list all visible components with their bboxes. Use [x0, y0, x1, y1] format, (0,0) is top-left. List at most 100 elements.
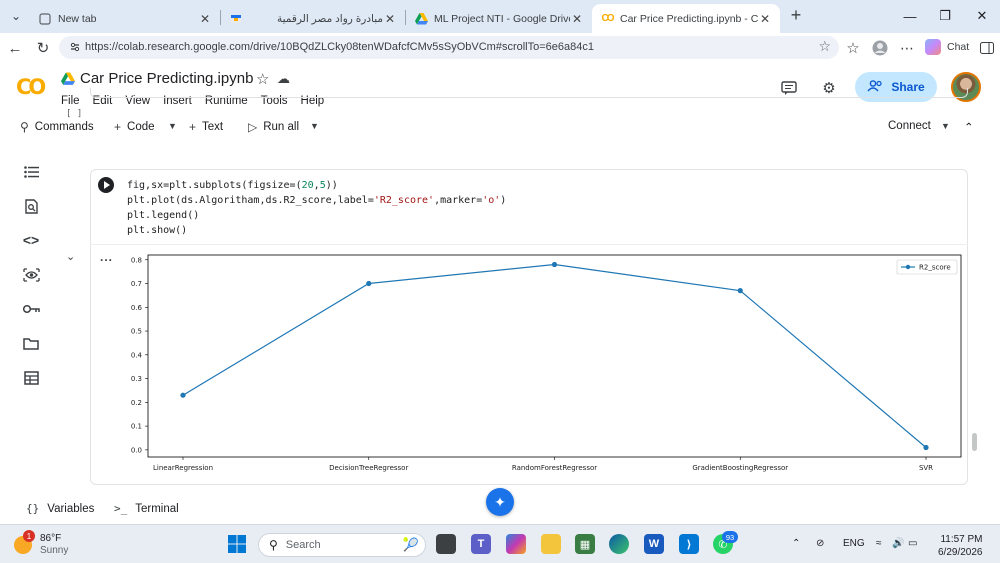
- minimize-icon[interactable]: —: [898, 4, 922, 28]
- bookmarks-list-icon[interactable]: ☆: [842, 37, 864, 59]
- code-editor[interactable]: fig,sx=plt.subplots(figsize=(20,5)) plt.p…: [127, 178, 506, 238]
- vscode-icon[interactable]: ⟩: [679, 534, 699, 554]
- volume-icon[interactable]: 🔊: [892, 538, 904, 549]
- data-table-icon[interactable]: [20, 367, 42, 389]
- language-indicator[interactable]: ENG: [843, 538, 865, 549]
- window-close-icon[interactable]: ✕: [970, 4, 994, 28]
- new-tab-button[interactable]: +: [786, 5, 806, 25]
- search-highlight-icon: 🎾: [402, 537, 419, 552]
- tab-strip: ⌄ New tab ✕ مبادرة رواد مصر الرقمية ✕ ML…: [0, 0, 1000, 33]
- profile-icon[interactable]: [869, 37, 891, 59]
- word-icon[interactable]: W: [644, 534, 664, 554]
- x-tick-label: LinearRegression: [153, 464, 213, 472]
- back-arrow-icon[interactable]: ←: [4, 37, 26, 59]
- data-point: [180, 392, 186, 398]
- browser-menu-icon[interactable]: ⋯: [896, 37, 918, 59]
- output-menu-icon[interactable]: ...: [100, 250, 113, 264]
- omnibox[interactable]: https://colab.research.google.com/drive/…: [59, 36, 839, 59]
- menu-file[interactable]: File: [61, 95, 80, 107]
- y-tick-label: 0.1: [131, 423, 142, 431]
- edge-icon[interactable]: [609, 534, 629, 554]
- table-of-contents-icon[interactable]: [20, 161, 42, 183]
- copilot-app-icon[interactable]: [506, 534, 526, 554]
- data-point: [737, 288, 743, 294]
- restore-icon[interactable]: ❐: [933, 4, 957, 28]
- calculator-icon[interactable]: ▦: [575, 534, 595, 554]
- tab-colab-active[interactable]: CO Car Price Predicting.ipynb - Colab ✕: [592, 4, 780, 33]
- find-replace-icon[interactable]: [20, 195, 42, 217]
- site-info-icon[interactable]: [67, 39, 83, 55]
- code-snippets-icon[interactable]: <>: [20, 229, 42, 251]
- clock[interactable]: 11:57 PM 6/29/2026: [938, 533, 983, 559]
- whatsapp-unread-badge: 93: [722, 531, 738, 543]
- star-icon[interactable]: ☆: [256, 70, 269, 88]
- y-tick-label: 0.4: [131, 351, 143, 359]
- weather-widget[interactable]: 1 86°F Sunny: [14, 530, 68, 557]
- plot-area: [147, 254, 962, 458]
- gemini-sparkle-button[interactable]: ✦: [486, 488, 514, 516]
- code-dropdown-icon[interactable]: ▼: [168, 121, 177, 131]
- close-icon[interactable]: ✕: [383, 12, 397, 26]
- tab-title: New tab: [58, 12, 97, 25]
- scrollbar-thumb[interactable]: [972, 433, 977, 451]
- collapse-header-icon[interactable]: ⌃: [964, 120, 974, 134]
- colab-icon: CO: [601, 13, 615, 24]
- battery-icon[interactable]: ▭: [908, 538, 917, 549]
- secrets-eye-icon[interactable]: [20, 264, 42, 286]
- key-icon[interactable]: [20, 298, 42, 320]
- flag-icon: [229, 12, 243, 26]
- variables-button[interactable]: {} Variables: [26, 502, 94, 515]
- close-icon[interactable]: ✕: [758, 12, 772, 26]
- search-icon: ⚲: [20, 120, 29, 134]
- address-row: ← ↻ https://colab.research.google.com/dr…: [0, 33, 1000, 62]
- time: 11:57 PM: [940, 534, 983, 545]
- url-text[interactable]: https://colab.research.google.com/drive/…: [85, 41, 594, 53]
- task-view-icon[interactable]: [436, 534, 456, 554]
- connect-button[interactable]: Connect: [888, 120, 931, 132]
- tab-rowad-masr[interactable]: مبادرة رواد مصر الرقمية ✕: [221, 4, 405, 33]
- file-explorer-icon[interactable]: [541, 534, 561, 554]
- collapse-output-icon[interactable]: ⌄: [66, 250, 75, 263]
- add-text-button[interactable]: + Text: [189, 120, 223, 134]
- legend-marker: [905, 264, 911, 270]
- windows-taskbar: 1 86°F Sunny ⚲ Search 🎾 T ▦ W ⟩ ✆ ⌃ ⊘ EN…: [0, 524, 1000, 563]
- y-tick-label: 0.0: [131, 446, 142, 454]
- taskbar-search[interactable]: ⚲ Search 🎾: [258, 533, 426, 557]
- tab-title: ML Project NTI - Google Drive: [434, 12, 570, 25]
- connect-dropdown-icon[interactable]: ▼: [941, 121, 950, 131]
- play-icon: ▷: [248, 120, 258, 134]
- show-hidden-icons-chevron[interactable]: ⌃: [792, 538, 800, 549]
- close-icon[interactable]: ✕: [570, 12, 584, 26]
- run-all-button[interactable]: ▷ Run all: [248, 120, 299, 134]
- page-icon: [38, 12, 52, 26]
- side-panel-icon[interactable]: [976, 37, 998, 59]
- copilot-icon: [925, 39, 941, 55]
- windows-start-icon[interactable]: [227, 534, 247, 554]
- reload-icon[interactable]: ↻: [32, 37, 54, 59]
- notebook-title[interactable]: Car Price Predicting.ipynb: [80, 70, 253, 87]
- code-line: fig,sx=plt.subplots(figsize=(20,5)): [127, 180, 338, 191]
- add-code-button[interactable]: + Code: [114, 120, 155, 134]
- tab-search-chevron-icon[interactable]: ⌄: [6, 6, 26, 26]
- commands-button[interactable]: ⚲ Commands: [20, 120, 94, 134]
- wifi-icon[interactable]: ≈: [876, 538, 882, 549]
- copilot-chat-button[interactable]: Chat: [925, 38, 969, 56]
- colab-logo[interactable]: CO: [16, 75, 50, 99]
- teams-icon[interactable]: T: [471, 534, 491, 554]
- run-cell-button[interactable]: [98, 177, 114, 193]
- cloud-saved-icon[interactable]: ☁: [277, 71, 290, 87]
- terminal-button[interactable]: >_ Terminal: [114, 502, 179, 515]
- tab-google-drive[interactable]: ML Project NTI - Google Drive ✕: [406, 4, 592, 33]
- tab-new-tab[interactable]: New tab ✕: [30, 4, 220, 33]
- bookmark-star-icon[interactable]: ☆: [818, 38, 831, 55]
- drive-icon[interactable]: [61, 72, 75, 86]
- files-folder-icon[interactable]: [20, 332, 42, 354]
- run-all-dropdown-icon[interactable]: ▼: [310, 121, 319, 131]
- y-tick-label: 0.2: [131, 399, 142, 407]
- plus-icon: +: [189, 120, 197, 134]
- previous-cell[interactable]: [90, 88, 968, 98]
- date: 6/29/2026: [938, 547, 983, 558]
- plus-icon: +: [114, 120, 122, 134]
- network-off-icon[interactable]: ⊘: [816, 538, 824, 549]
- close-icon[interactable]: ✕: [198, 12, 212, 26]
